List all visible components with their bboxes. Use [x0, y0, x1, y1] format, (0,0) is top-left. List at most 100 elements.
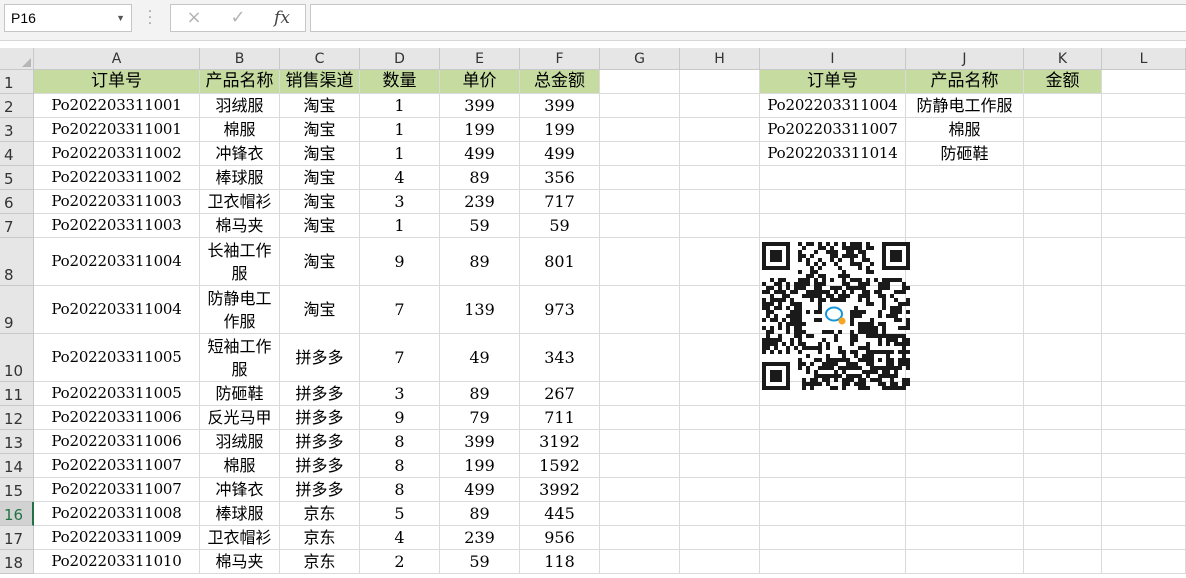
cell-c16[interactable]: 京东 — [280, 502, 360, 526]
cell-g16[interactable] — [600, 502, 680, 526]
cell-a11[interactable]: Po202203311005 — [34, 382, 200, 406]
cell-b2[interactable]: 羽绒服 — [200, 94, 280, 118]
cell-h6[interactable] — [680, 190, 760, 214]
cell-f12[interactable]: 711 — [520, 406, 600, 430]
row-header-12[interactable]: 12 — [0, 406, 34, 430]
row-header-5[interactable]: 5 — [0, 166, 34, 190]
cell-e17[interactable]: 239 — [440, 526, 520, 550]
cell-l1[interactable] — [1102, 70, 1186, 94]
column-header-l[interactable]: L — [1102, 48, 1186, 70]
cell-e14[interactable]: 199 — [440, 454, 520, 478]
cell-a16[interactable]: Po202203311008 — [34, 502, 200, 526]
cell-k14[interactable] — [1024, 454, 1102, 478]
cell-h2[interactable] — [680, 94, 760, 118]
column-header-b[interactable]: B — [200, 48, 280, 70]
cell-a5[interactable]: Po202203311002 — [34, 166, 200, 190]
cell-l14[interactable] — [1102, 454, 1186, 478]
cell-d17[interactable]: 4 — [360, 526, 440, 550]
cell-d12[interactable]: 9 — [360, 406, 440, 430]
cell-l6[interactable] — [1102, 190, 1186, 214]
cell-c7[interactable]: 淘宝 — [280, 214, 360, 238]
cell-k5[interactable] — [1024, 166, 1102, 190]
cell-f10[interactable]: 343 — [520, 334, 600, 382]
cell-h17[interactable] — [680, 526, 760, 550]
cell-h15[interactable] — [680, 478, 760, 502]
cell-l13[interactable] — [1102, 430, 1186, 454]
cell-g13[interactable] — [600, 430, 680, 454]
row-header-18[interactable]: 18 — [0, 550, 34, 574]
cell-b10[interactable]: 短袖工作服 — [200, 334, 280, 382]
enter-icon[interactable]: ✓ — [223, 7, 253, 29]
cell-f6[interactable]: 717 — [520, 190, 600, 214]
cell-i17[interactable] — [760, 526, 906, 550]
cell-k12[interactable] — [1024, 406, 1102, 430]
header-cell-d[interactable]: 数量 — [360, 70, 440, 94]
cell-c17[interactable]: 京东 — [280, 526, 360, 550]
cell-g11[interactable] — [600, 382, 680, 406]
cell-d14[interactable]: 8 — [360, 454, 440, 478]
cell-i3[interactable]: Po202203311007 — [760, 118, 906, 142]
cell-d7[interactable]: 1 — [360, 214, 440, 238]
cell-b5[interactable]: 棒球服 — [200, 166, 280, 190]
cell-j5[interactable] — [906, 166, 1024, 190]
cell-e4[interactable]: 499 — [440, 142, 520, 166]
cell-c8[interactable]: 淘宝 — [280, 238, 360, 286]
header-cell-f[interactable]: 总金额 — [520, 70, 600, 94]
cell-k17[interactable] — [1024, 526, 1102, 550]
cell-g12[interactable] — [600, 406, 680, 430]
cell-c2[interactable]: 淘宝 — [280, 94, 360, 118]
cell-f14[interactable]: 1592 — [520, 454, 600, 478]
cell-g15[interactable] — [600, 478, 680, 502]
cell-k7[interactable] — [1024, 214, 1102, 238]
select-all-corner[interactable] — [0, 48, 34, 70]
cell-e3[interactable]: 199 — [440, 118, 520, 142]
cell-h12[interactable] — [680, 406, 760, 430]
cell-e9[interactable]: 139 — [440, 286, 520, 334]
column-header-h[interactable]: H — [680, 48, 760, 70]
cell-a2[interactable]: Po202203311001 — [34, 94, 200, 118]
row-header-15[interactable]: 15 — [0, 478, 34, 502]
cell-j3[interactable]: 棉服 — [906, 118, 1024, 142]
cell-h4[interactable] — [680, 142, 760, 166]
cell-l4[interactable] — [1102, 142, 1186, 166]
cell-l5[interactable] — [1102, 166, 1186, 190]
cell-j6[interactable] — [906, 190, 1024, 214]
cell-b13[interactable]: 羽绒服 — [200, 430, 280, 454]
cell-h13[interactable] — [680, 430, 760, 454]
cell-l17[interactable] — [1102, 526, 1186, 550]
cell-d3[interactable]: 1 — [360, 118, 440, 142]
cell-j7[interactable] — [906, 214, 1024, 238]
cell-f17[interactable]: 956 — [520, 526, 600, 550]
cell-g2[interactable] — [600, 94, 680, 118]
cell-f4[interactable]: 499 — [520, 142, 600, 166]
cell-l18[interactable] — [1102, 550, 1186, 574]
cell-i7[interactable] — [760, 214, 906, 238]
cell-e13[interactable]: 399 — [440, 430, 520, 454]
cell-e2[interactable]: 399 — [440, 94, 520, 118]
cell-g7[interactable] — [600, 214, 680, 238]
column-header-f[interactable]: F — [520, 48, 600, 70]
header-cell-e[interactable]: 单价 — [440, 70, 520, 94]
cell-k8[interactable] — [1024, 238, 1102, 286]
cell-g9[interactable] — [600, 286, 680, 334]
chevron-down-icon[interactable]: ▼ — [116, 5, 125, 31]
cell-a4[interactable]: Po202203311002 — [34, 142, 200, 166]
cell-b8[interactable]: 长袖工作服 — [200, 238, 280, 286]
cell-j18[interactable] — [906, 550, 1024, 574]
cell-d9[interactable]: 7 — [360, 286, 440, 334]
cell-k13[interactable] — [1024, 430, 1102, 454]
cell-f11[interactable]: 267 — [520, 382, 600, 406]
cell-c15[interactable]: 拼多多 — [280, 478, 360, 502]
cell-g10[interactable] — [600, 334, 680, 382]
cell-i14[interactable] — [760, 454, 906, 478]
cell-f7[interactable]: 59 — [520, 214, 600, 238]
cell-j11[interactable] — [906, 382, 1024, 406]
header-cell-a[interactable]: 订单号 — [34, 70, 200, 94]
cell-i18[interactable] — [760, 550, 906, 574]
cell-c9[interactable]: 淘宝 — [280, 286, 360, 334]
row-header-11[interactable]: 11 — [0, 382, 34, 406]
column-header-a[interactable]: A — [34, 48, 200, 70]
cell-j17[interactable] — [906, 526, 1024, 550]
cell-i13[interactable] — [760, 430, 906, 454]
cell-h10[interactable] — [680, 334, 760, 382]
